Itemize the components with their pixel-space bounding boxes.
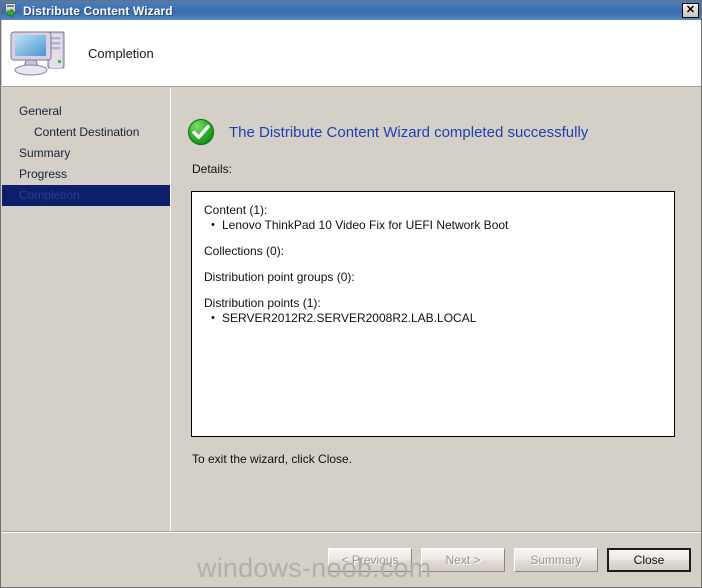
details-group-content: Content (1): Lenovo ThinkPad 10 Video Fi… [204,203,664,233]
list-item: Lenovo ThinkPad 10 Video Fix for UEFI Ne… [204,218,664,233]
close-wizard-button[interactable]: Close [607,548,691,572]
sidebar-item-progress[interactable]: Progress [2,164,170,185]
button-bar: < Previous Next > Summary Close [328,548,691,572]
computer-icon [10,26,72,80]
summary-button[interactable]: Summary [514,548,598,572]
sidebar-item-label: Content Destination [34,125,140,139]
details-group-list: SERVER2012R2.SERVER2008R2.LAB.LOCAL [204,311,664,326]
distribute-content-wizard-window: Distribute Content Wizard ✕ Completion G… [0,0,702,588]
list-item: SERVER2012R2.SERVER2008R2.LAB.LOCAL [204,311,664,326]
status-heading: The Distribute Content Wizard completed … [229,123,589,141]
sidebar-item-label: Summary [19,146,71,160]
details-group-collections: Collections (0): [204,244,664,259]
sidebar-item-completion[interactable]: Completion [2,185,170,206]
details-label: Details: [192,162,233,176]
sidebar-item-summary[interactable]: Summary [2,143,170,164]
next-button-label: Next > [445,553,481,567]
previous-button-label: < Previous [341,553,399,567]
wizard-header: Completion [2,20,701,87]
close-button[interactable]: ✕ [682,3,699,18]
details-group-heading: Distribution point groups (0): [204,270,355,284]
sidebar-item-label: Progress [19,167,68,181]
details-group-list: Lenovo ThinkPad 10 Video Fix for UEFI Ne… [204,218,664,233]
sidebar-item-label: General [19,104,62,118]
wizard-footer: < Previous Next > Summary Close [2,533,701,587]
page-title: Completion [88,45,154,61]
close-icon: ✕ [685,4,696,16]
status-row: The Distribute Content Wizard completed … [186,117,588,147]
wizard-content-pane: The Distribute Content Wizard completed … [172,88,701,531]
details-panel[interactable]: Content (1): Lenovo ThinkPad 10 Video Fi… [191,191,675,437]
distribute-content-icon [4,3,19,18]
details-group-heading: Content (1): [204,203,268,217]
previous-button[interactable]: < Previous [328,548,412,572]
details-group-distribution-point-groups: Distribution point groups (0): [204,270,664,285]
wizard-step-list: General Content Destination Summary Prog… [2,88,171,587]
success-check-icon [186,117,216,147]
sidebar-item-general[interactable]: General [2,101,170,122]
details-group-heading: Collections (0): [204,244,285,258]
details-group-heading: Distribution points (1): [204,296,321,310]
sidebar-item-label: Completion [19,188,80,202]
summary-button-label: Summary [530,553,582,567]
sidebar-item-content-destination[interactable]: Content Destination [2,122,170,143]
title-bar: Distribute Content Wizard ✕ [1,1,701,20]
window-title: Distribute Content Wizard [23,3,173,18]
close-wizard-button-label: Close [633,553,665,567]
details-group-distribution-points: Distribution points (1): SERVER2012R2.SE… [204,296,664,326]
next-button[interactable]: Next > [421,548,505,572]
exit-instruction: To exit the wizard, click Close. [192,452,353,466]
